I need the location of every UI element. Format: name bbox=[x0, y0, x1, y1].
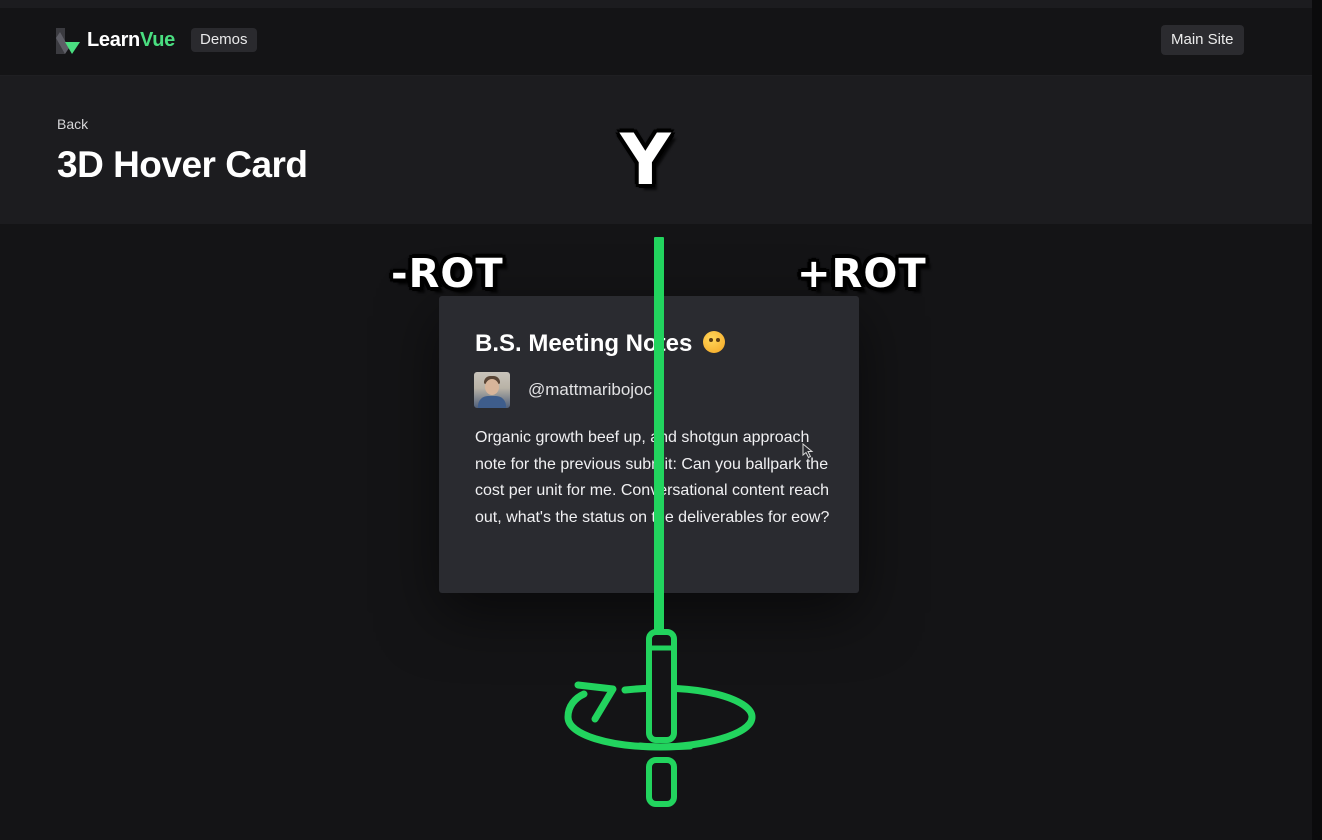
mouse-cursor-icon bbox=[802, 443, 814, 459]
woozy-face-emoji-icon bbox=[703, 331, 726, 353]
back-link[interactable]: Back bbox=[57, 116, 88, 132]
brand-vue: Vue bbox=[139, 29, 176, 51]
page-header: Back 3D Hover Card bbox=[0, 76, 1312, 224]
main-site-button[interactable]: Main Site bbox=[1161, 25, 1244, 55]
window-edge bbox=[1312, 0, 1322, 840]
brand-name[interactable]: LearnVue bbox=[87, 29, 175, 52]
hover-card[interactable]: B.S. Meeting Notes @mattmaribojoc Organi… bbox=[439, 296, 859, 593]
brand-learn: Learn bbox=[87, 29, 140, 51]
demos-badge[interactable]: Demos bbox=[191, 28, 257, 52]
learnvue-logo-icon[interactable] bbox=[56, 28, 80, 54]
top-navbar: LearnVue Demos Main Site bbox=[0, 8, 1312, 76]
author-handle[interactable]: @mattmaribojoc bbox=[528, 380, 652, 400]
card-body-text: Organic growth beef up, and shotgun appr… bbox=[475, 429, 830, 526]
avatar bbox=[474, 372, 510, 408]
card-title: B.S. Meeting Notes bbox=[475, 330, 726, 358]
page-title: 3D Hover Card bbox=[57, 144, 308, 185]
card-title-text: B.S. Meeting Notes bbox=[475, 330, 693, 357]
